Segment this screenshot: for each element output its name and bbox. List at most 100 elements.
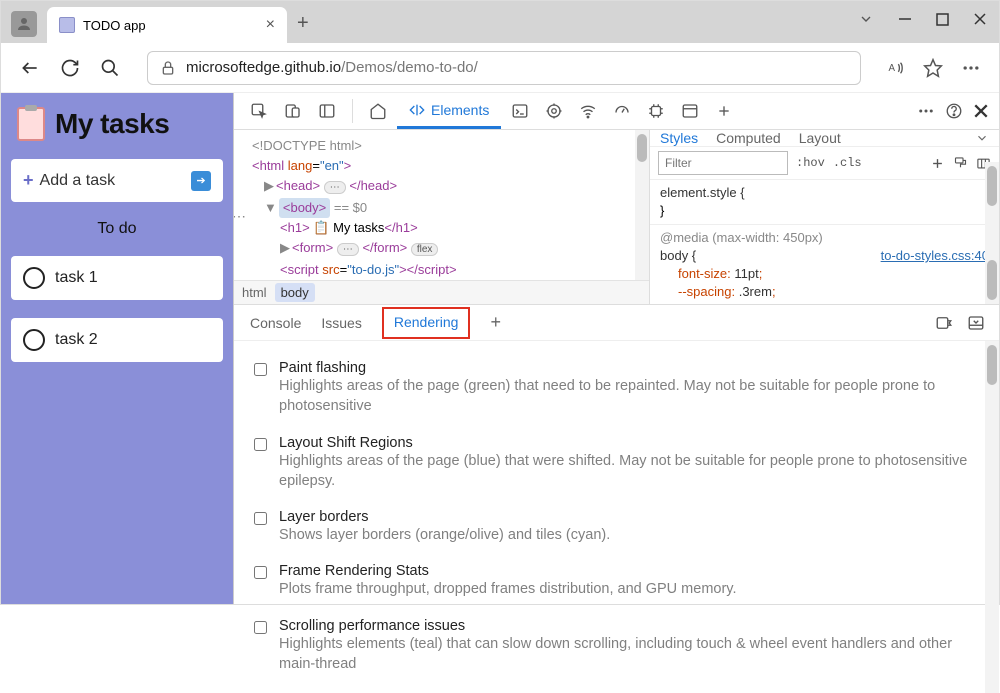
panel-toggle-icon[interactable] xyxy=(312,96,342,126)
plus-icon: + xyxy=(23,170,34,191)
page-title: My tasks xyxy=(55,108,169,140)
rendering-options: Paint flashing Highlights areas of the p… xyxy=(234,341,999,693)
paint-icon[interactable] xyxy=(953,156,968,171)
clipboard-icon xyxy=(17,107,45,141)
chevron-down-icon[interactable] xyxy=(975,131,989,145)
devtools-toolbar: Elements xyxy=(234,93,999,130)
rendering-option: Scrolling performance issues Highlights … xyxy=(254,609,979,684)
sources-tab-icon[interactable] xyxy=(539,96,569,126)
option-checkbox[interactable] xyxy=(254,363,267,376)
elements-tab[interactable]: Elements xyxy=(397,93,501,129)
computed-tab[interactable]: Computed xyxy=(716,130,781,146)
rendering-option: Paint flashing Highlights areas of the p… xyxy=(254,351,979,426)
dock-icon[interactable] xyxy=(967,314,985,332)
styles-panel: Styles Computed Layout :hov .cls xyxy=(649,130,999,304)
whats-new-icon[interactable] xyxy=(935,314,953,332)
rendering-option: Layout Shift Regions Highlights areas of… xyxy=(254,426,979,501)
option-title: Layout Shift Regions xyxy=(279,435,979,451)
device-toggle-icon[interactable] xyxy=(278,96,308,126)
rendering-tab[interactable]: Rendering xyxy=(394,314,459,330)
option-checkbox[interactable] xyxy=(254,438,267,451)
styles-tab[interactable]: Styles xyxy=(660,130,698,146)
layout-tab[interactable]: Layout xyxy=(799,130,841,146)
url-path: /Demos/demo-to-do/ xyxy=(341,59,478,76)
rendering-option: Layer borders Shows layer borders (orang… xyxy=(254,500,979,554)
url-input[interactable]: microsoftedge.github.io/Demos/demo-to-do… xyxy=(147,51,861,85)
add-task-input[interactable]: + Add a task ➔ xyxy=(11,159,223,202)
more-menu-button[interactable] xyxy=(961,58,981,78)
scrollbar[interactable] xyxy=(635,130,649,280)
option-description: Highlights elements (teal) that can slow… xyxy=(279,634,979,675)
task-label: task 1 xyxy=(55,269,98,287)
dom-tree[interactable]: <!DOCTYPE html> <html lang="en"> ▶<head>… xyxy=(234,130,649,304)
maximize-button[interactable] xyxy=(936,13,949,26)
issues-tab[interactable]: Issues xyxy=(321,315,361,331)
option-title: Scrolling performance issues xyxy=(279,618,979,634)
favorite-icon[interactable] xyxy=(923,58,943,78)
page-preview: My tasks + Add a task ➔ To do task 1 tas… xyxy=(1,93,233,604)
task-label: task 2 xyxy=(55,331,98,349)
performance-tab-icon[interactable] xyxy=(607,96,637,126)
option-checkbox[interactable] xyxy=(254,621,267,634)
read-aloud-icon[interactable]: A xyxy=(887,59,905,77)
devtools-more-icon[interactable] xyxy=(917,102,935,120)
option-checkbox[interactable] xyxy=(254,566,267,579)
refresh-button[interactable] xyxy=(59,57,81,79)
add-drawer-tab-button[interactable]: + xyxy=(490,312,501,333)
breadcrumb: html body xyxy=(234,280,649,304)
option-title: Frame Rendering Stats xyxy=(279,563,737,579)
task-checkbox[interactable] xyxy=(23,267,45,289)
browser-tab[interactable]: TODO app × xyxy=(47,7,287,43)
tab-title: TODO app xyxy=(83,18,258,33)
option-description: Highlights areas of the page (green) tha… xyxy=(279,376,979,417)
scrollbar[interactable] xyxy=(985,341,999,693)
more-tabs-button[interactable] xyxy=(709,96,739,126)
task-checkbox[interactable] xyxy=(23,329,45,351)
stylesheet-link[interactable]: to-do-styles.css:40 xyxy=(881,247,989,265)
tab-favicon-icon xyxy=(59,17,75,33)
option-checkbox[interactable] xyxy=(254,512,267,525)
svg-text:A: A xyxy=(889,63,896,74)
add-task-label: Add a task xyxy=(40,172,116,190)
rendering-option: Frame Rendering Stats Plots frame throug… xyxy=(254,554,979,608)
option-title: Layer borders xyxy=(279,509,610,525)
minimize-button[interactable] xyxy=(898,12,912,26)
console-tab-icon[interactable] xyxy=(505,96,535,126)
hov-toggle[interactable]: :hov xyxy=(796,156,825,170)
submit-task-button[interactable]: ➔ xyxy=(191,171,211,191)
application-tab-icon[interactable] xyxy=(675,96,705,126)
close-window-button[interactable] xyxy=(973,12,987,26)
section-label: To do xyxy=(11,220,223,238)
console-tab[interactable]: Console xyxy=(250,315,301,331)
option-description: Shows layer borders (orange/olive) and t… xyxy=(279,525,610,545)
window-titlebar: TODO app × + xyxy=(1,1,999,43)
option-description: Highlights areas of the page (blue) that… xyxy=(279,451,979,492)
task-item[interactable]: task 2 xyxy=(11,318,223,362)
crumb-body[interactable]: body xyxy=(275,283,315,302)
search-button[interactable] xyxy=(99,57,121,79)
new-tab-button[interactable]: + xyxy=(297,12,309,35)
option-title: Paint flashing xyxy=(279,360,979,376)
help-icon[interactable] xyxy=(945,102,963,120)
profile-icon[interactable] xyxy=(11,11,37,37)
memory-tab-icon[interactable] xyxy=(641,96,671,126)
styles-filter-input[interactable] xyxy=(658,151,788,175)
task-item[interactable]: task 1 xyxy=(11,256,223,300)
welcome-tab-icon[interactable] xyxy=(363,96,393,126)
scrollbar[interactable] xyxy=(985,162,999,304)
devtools-panel: Elements <!DOCTYPE html> <html lang="en"… xyxy=(233,93,999,604)
rendering-tab-highlight: Rendering xyxy=(382,307,471,339)
tab-close-button[interactable]: × xyxy=(266,16,275,34)
add-rule-icon[interactable] xyxy=(930,156,945,171)
network-tab-icon[interactable] xyxy=(573,96,603,126)
lock-icon xyxy=(160,60,176,76)
inspect-element-icon[interactable] xyxy=(244,96,274,126)
elements-tab-label: Elements xyxy=(431,102,489,118)
crumb-html[interactable]: html xyxy=(242,285,267,300)
drawer-panel: Console Issues Rendering + Paint flashin… xyxy=(234,305,999,693)
back-button[interactable] xyxy=(19,57,41,79)
devtools-close-button[interactable] xyxy=(973,103,989,119)
address-bar: microsoftedge.github.io/Demos/demo-to-do… xyxy=(1,43,999,93)
cls-toggle[interactable]: .cls xyxy=(833,156,862,170)
caret-down-icon[interactable] xyxy=(858,11,874,27)
